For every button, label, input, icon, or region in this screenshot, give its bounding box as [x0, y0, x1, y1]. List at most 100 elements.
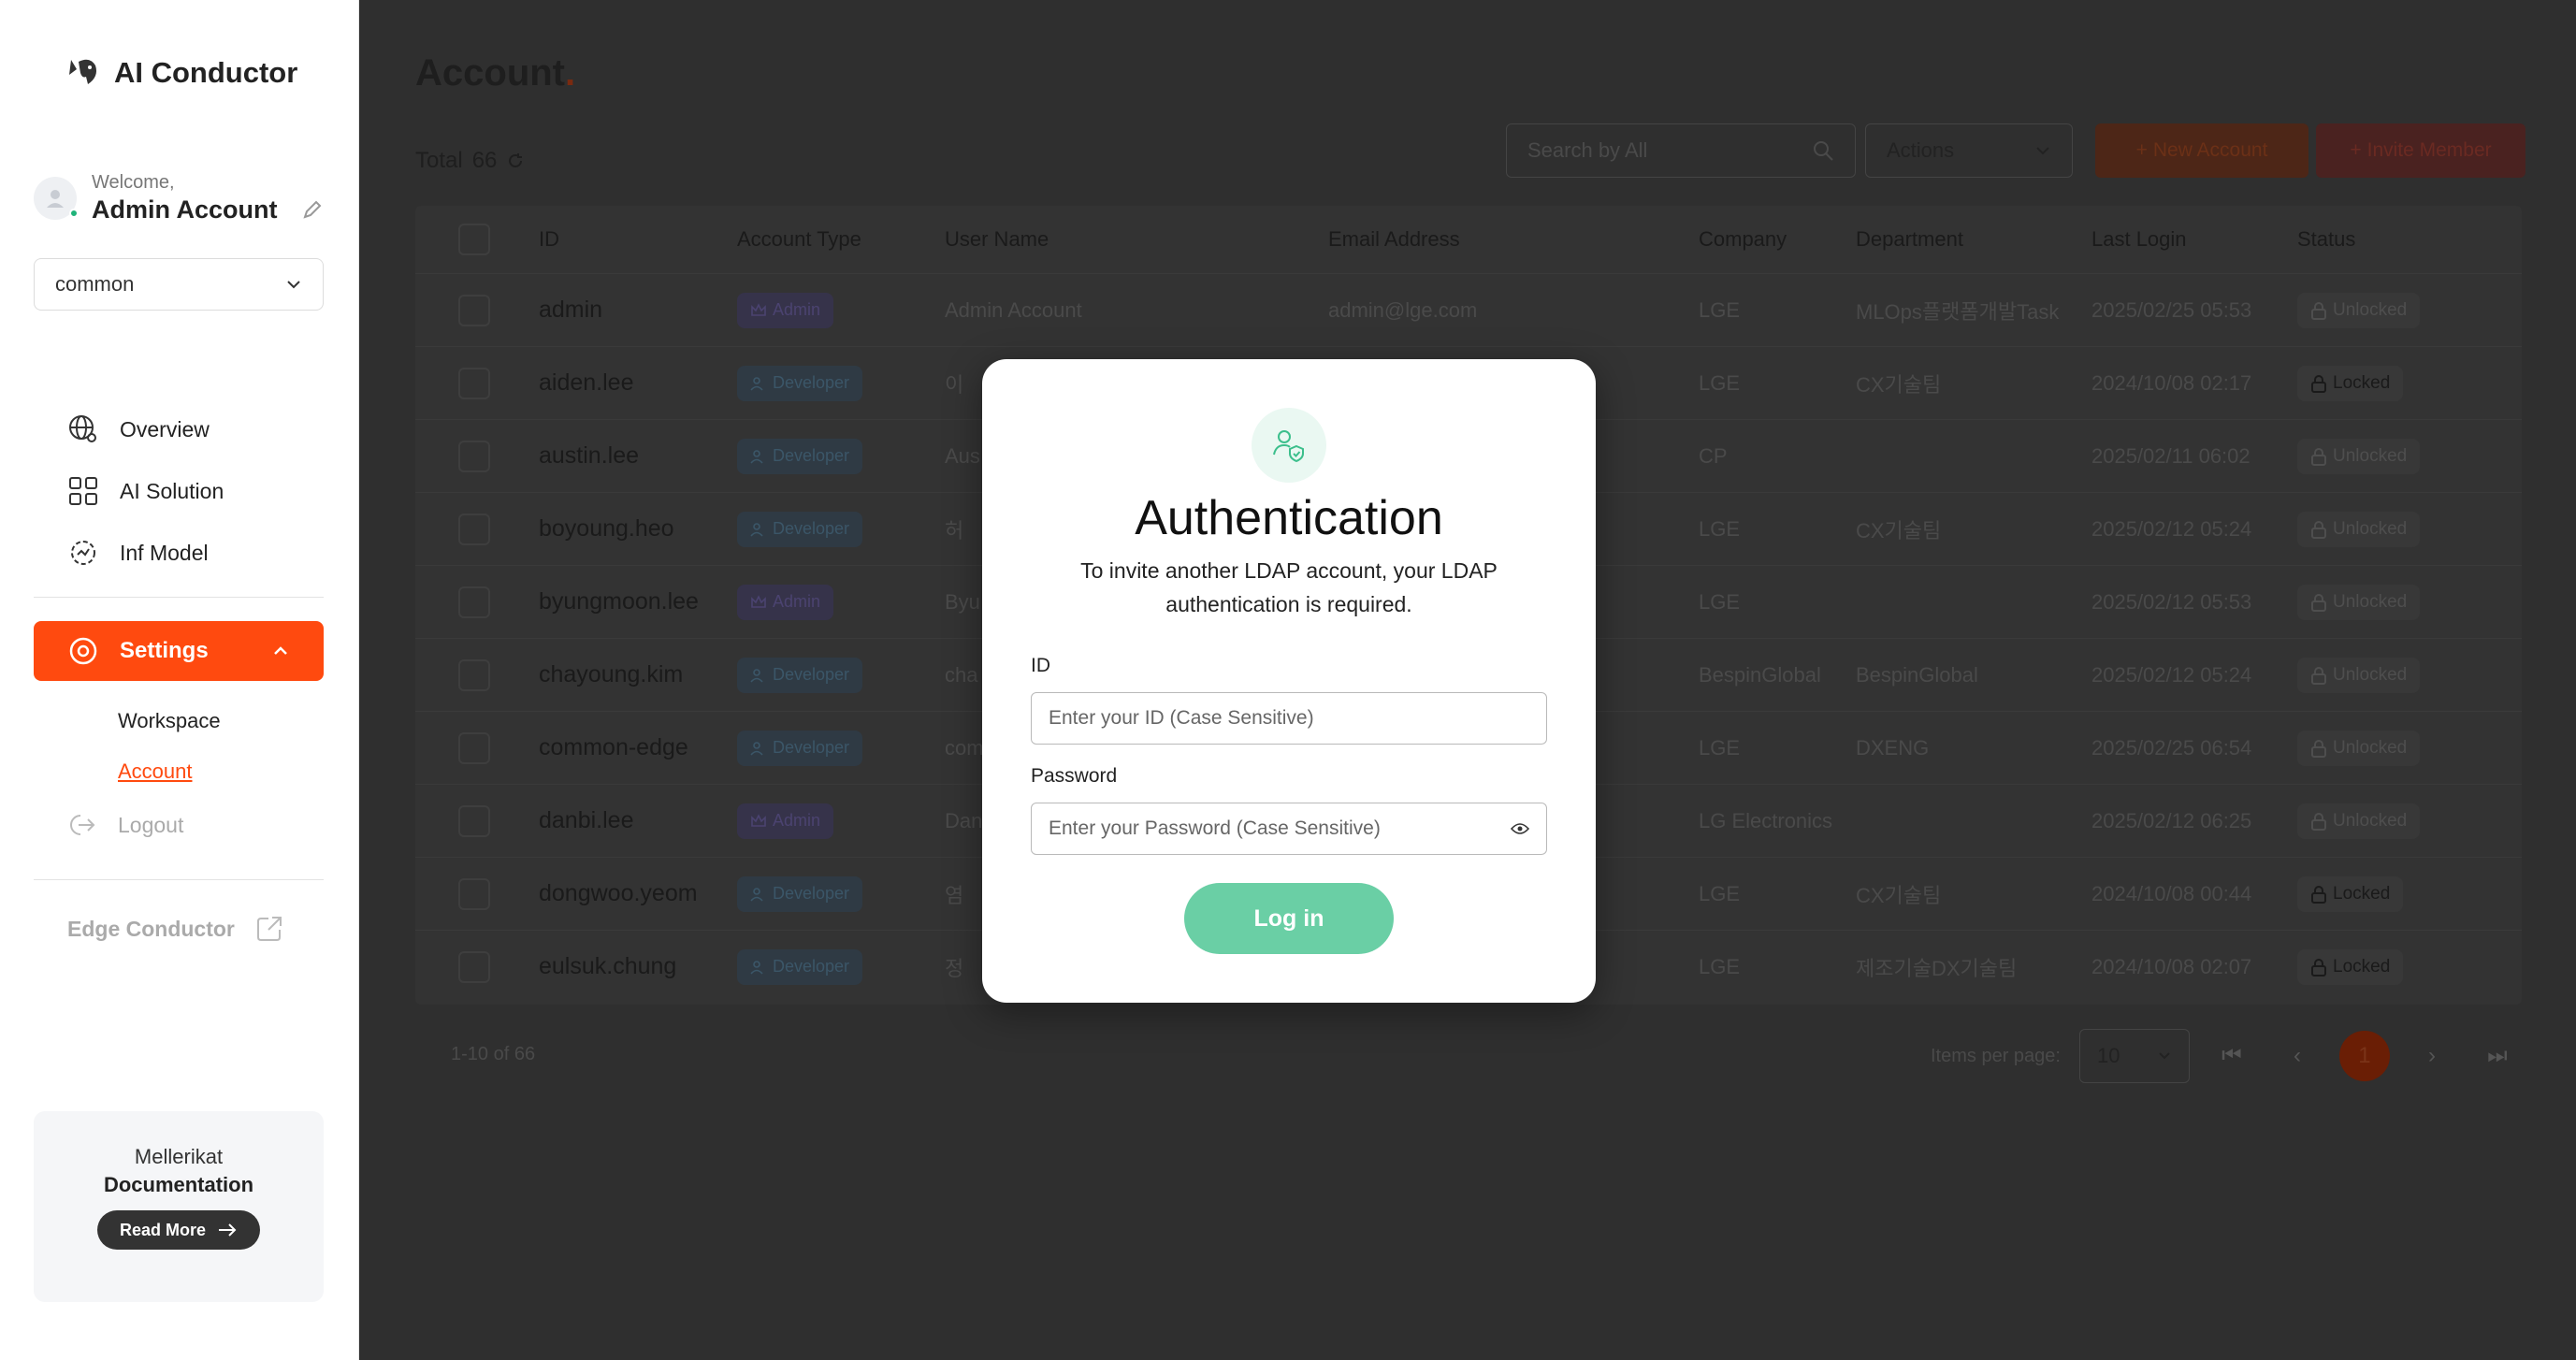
lock-icon	[2311, 958, 2326, 977]
account-type-label: Admin	[773, 592, 821, 611]
nav-divider	[34, 597, 324, 598]
chevron-down-icon	[2036, 147, 2049, 155]
workspace-select-value: common	[55, 272, 135, 296]
lock-icon	[2311, 593, 2326, 612]
cell-company: LGE	[1699, 735, 1741, 760]
conductor-logo-icon	[69, 59, 96, 84]
column-header[interactable]: ID	[539, 227, 737, 252]
cell-id: danbi.lee	[539, 807, 634, 833]
logout-button[interactable]: Logout	[67, 810, 183, 840]
nav-subitem-workspace[interactable]: Workspace	[118, 709, 221, 733]
row-checkbox[interactable]	[458, 877, 490, 910]
current-page-button[interactable]: 1	[2338, 1031, 2390, 1081]
page-title-dot: .	[565, 52, 576, 94]
actions-dropdown[interactable]: Actions	[1865, 123, 2073, 178]
cell-email: admin@lge.com	[1328, 297, 1478, 322]
lock-icon	[2311, 374, 2326, 393]
cell-id: byungmoon.lee	[539, 588, 699, 615]
cell-department: CX기술팀	[1856, 372, 1942, 397]
password-placeholder: Enter your Password (Case Sensitive)	[1049, 817, 1381, 839]
row-checkbox[interactable]	[458, 367, 490, 399]
login-button[interactable]: Log in	[1184, 883, 1394, 954]
first-page-icon[interactable]: ⏮	[2208, 1043, 2255, 1069]
nav-item-label: Inf Model	[120, 540, 209, 565]
account-type-badge: Developer	[737, 948, 863, 985]
search-icon	[1814, 141, 1833, 161]
cell-company: LGE	[1699, 589, 1741, 614]
row-checkbox[interactable]	[458, 586, 490, 618]
column-header[interactable]: Email Address	[1328, 227, 1699, 252]
invite-member-label: Invite Member	[2366, 139, 2492, 161]
account-type-label: Developer	[773, 519, 850, 538]
pencil-icon[interactable]	[301, 198, 324, 221]
nav-item-label: Overview	[120, 416, 210, 441]
password-input[interactable]: Enter your Password (Case Sensitive)	[1031, 803, 1547, 855]
cell-id: eulsuk.chung	[539, 953, 677, 979]
read-more-label: Read More	[119, 1220, 207, 1239]
avatar	[34, 177, 79, 220]
invite-member-button[interactable]: + Invite Member	[2316, 123, 2525, 178]
row-checkbox[interactable]	[458, 950, 490, 983]
nav-subitem-account[interactable]: Account	[118, 760, 193, 784]
nav-item-inf-model[interactable]: Inf Model	[34, 522, 324, 584]
column-header[interactable]: User Name	[945, 227, 1328, 252]
cell-company: LGE	[1699, 954, 1741, 978]
status-badge: Unlocked	[2297, 803, 2421, 839]
user-icon	[47, 190, 64, 208]
lock-icon	[2311, 666, 2326, 685]
new-account-button[interactable]: + New Account	[2095, 123, 2308, 178]
lock-icon	[2311, 520, 2326, 539]
workspace-select[interactable]: common	[34, 258, 324, 311]
account-type-badge: Admin	[737, 584, 834, 620]
row-checkbox[interactable]	[458, 731, 490, 764]
cell-last-login: 2025/02/12 06:25	[2091, 808, 2252, 832]
account-type-badge: Developer	[737, 730, 863, 766]
logout-label: Logout	[118, 812, 184, 837]
row-checkbox[interactable]	[458, 658, 490, 691]
eye-icon[interactable]	[1511, 822, 1529, 835]
user-shield-icon	[1252, 408, 1326, 483]
app-logo[interactable]: AI Conductor	[64, 56, 297, 90]
items-per-page-select[interactable]: 10	[2078, 1029, 2190, 1083]
table-row[interactable]: admin Admin Admin Account admin@lge.com LGE M…	[415, 273, 2522, 346]
nav-item-overview[interactable]: Overview	[34, 398, 324, 460]
prev-page-icon[interactable]: ‹	[2274, 1043, 2321, 1069]
cell-user-name: Admin Account	[945, 297, 1082, 322]
id-label: ID	[1031, 655, 1050, 676]
chevron-up-icon	[274, 646, 287, 655]
page-title: Account.	[415, 52, 575, 94]
id-input[interactable]: Enter your ID (Case Sensitive)	[1031, 692, 1547, 745]
nav-item-settings[interactable]: Settings	[34, 621, 324, 681]
users-icon	[750, 887, 763, 902]
status-label: Unlocked	[2333, 664, 2408, 685]
column-header[interactable]: Company	[1699, 227, 1856, 252]
search-input[interactable]: Search by All	[1506, 123, 1856, 178]
welcome-label: Welcome,	[92, 172, 175, 193]
column-header[interactable]: Status	[2297, 227, 2522, 252]
pagination: Items per page: 10 ⏮ ‹ 1 › ⏭	[1931, 1029, 2521, 1083]
column-header[interactable]: Account Type	[737, 227, 945, 252]
account-type-label: Developer	[773, 665, 850, 684]
nav-item-ai-solution[interactable]: AI Solution	[34, 460, 324, 522]
user-name: Admin Account	[92, 195, 278, 224]
status-badge: Locked	[2297, 875, 2404, 912]
refresh-icon[interactable]	[506, 152, 525, 170]
cell-department: CX기술팀	[1856, 883, 1942, 907]
status-label: Unlocked	[2333, 518, 2408, 539]
chevron-down-icon	[2159, 1052, 2170, 1060]
pagination-range: 1-10 of 66	[451, 1044, 536, 1064]
row-checkbox[interactable]	[458, 294, 490, 326]
next-page-icon[interactable]: ›	[2409, 1043, 2455, 1069]
cell-last-login: 2024/10/08 00:44	[2091, 881, 2252, 905]
column-header[interactable]: Last Login	[2091, 227, 2297, 252]
row-checkbox[interactable]	[458, 513, 490, 545]
items-per-page-value: 10	[2096, 1044, 2120, 1067]
users-icon	[750, 668, 763, 683]
edge-conductor-link[interactable]: Edge Conductor	[67, 915, 283, 943]
last-page-icon[interactable]: ⏭	[2474, 1043, 2521, 1069]
select-all-checkbox[interactable]	[458, 224, 490, 255]
row-checkbox[interactable]	[458, 804, 490, 837]
read-more-button[interactable]: Read More	[96, 1210, 261, 1250]
column-header[interactable]: Department	[1856, 227, 2091, 252]
row-checkbox[interactable]	[458, 440, 490, 472]
